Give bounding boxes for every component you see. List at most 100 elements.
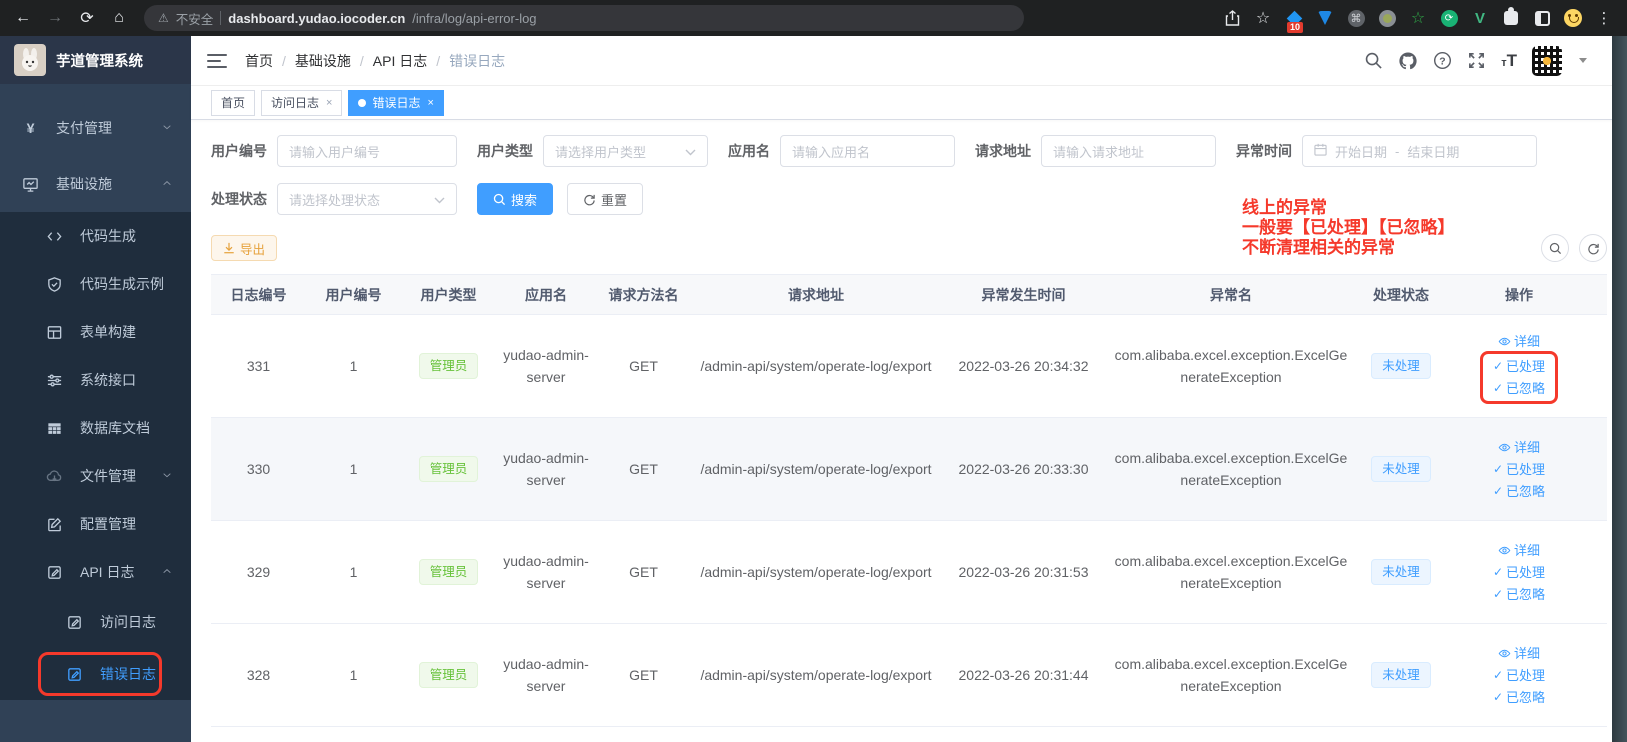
sidebar-item-数据库文档[interactable]: 数据库文档 [0, 404, 191, 452]
status-badge: 未处理 [1371, 456, 1431, 482]
extension-gem-icon[interactable] [1316, 9, 1334, 27]
extension-sync-icon[interactable]: ⟳ [1440, 9, 1458, 27]
extension-record-icon[interactable] [1378, 9, 1396, 27]
exception-time-label: 异常时间 [1236, 141, 1292, 161]
hide-search-icon-button[interactable] [1541, 234, 1569, 262]
address-bar[interactable]: ⚠ 不安全 dashboard.yudao.iocoder.cn/infra/l… [144, 5, 1024, 31]
request-url-placeholder: 请输入请求地址 [1053, 142, 1144, 161]
export-button[interactable]: 导出 [211, 235, 277, 261]
sidebar-item-错误日志[interactable]: 错误日志 [0, 648, 191, 700]
bookmark-star-icon[interactable]: ☆ [1254, 9, 1272, 27]
url-divider [220, 11, 221, 25]
cell: 1 [306, 561, 401, 583]
mark-ignored-button[interactable]: ✓已忽略 [1493, 586, 1545, 603]
github-icon[interactable] [1398, 51, 1418, 71]
cloud-icon [42, 468, 66, 485]
breadcrumb-item[interactable]: 首页 [245, 51, 273, 71]
extension-star-icon[interactable]: ☆ [1409, 9, 1427, 27]
mark-ignored-button[interactable]: ✓已忽略 [1493, 689, 1545, 706]
user-type-select[interactable]: 请选择用户类型 [543, 135, 708, 167]
exception-time-range-picker[interactable]: 开始日期 - 结束日期 [1302, 135, 1537, 167]
tab-label: 首页 [221, 94, 245, 111]
cell: GET [596, 355, 691, 377]
fullscreen-icon[interactable] [1467, 51, 1486, 70]
text-size-icon[interactable]: тT [1501, 51, 1517, 71]
cell: /admin-api/system/operate-log/export [691, 458, 941, 480]
detail-button[interactable]: 详细 [1498, 645, 1540, 662]
sidebar-item-支付管理[interactable]: ¥支付管理 [0, 100, 191, 156]
tab-错误日志[interactable]: 错误日志× [348, 90, 443, 116]
user-avatar[interactable] [1532, 46, 1562, 76]
help-icon[interactable]: ? [1433, 51, 1452, 70]
sidebar-item-表单构建[interactable]: 表单构建 [0, 308, 191, 356]
sidebar-item-代码生成示例[interactable]: 代码生成示例 [0, 260, 191, 308]
user-id-input[interactable]: 请输入用户编号 [277, 135, 457, 167]
sidebar-collapse-icon[interactable] [207, 54, 227, 68]
cell: GET [596, 561, 691, 583]
sidebar-item-文件管理[interactable]: 文件管理 [0, 452, 191, 500]
main-area: 首页/基础设施/API 日志/错误日志 ? тT [191, 36, 1627, 742]
mark-ignored-button[interactable]: ✓已忽略 [1493, 483, 1545, 500]
breadcrumb-item[interactable]: 基础设施 [295, 51, 351, 71]
detail-button[interactable]: 详细 [1498, 439, 1540, 456]
column-header-请求地址: 请求地址 [691, 284, 941, 306]
mark-ignored-button[interactable]: ✓已忽略 [1493, 380, 1545, 397]
process-status-select[interactable]: 请选择处理状态 [277, 183, 457, 215]
sidebar-item-代码生成[interactable]: 代码生成 [0, 212, 191, 260]
form-grid-icon [42, 324, 66, 341]
reset-button[interactable]: 重置 [567, 183, 643, 215]
extensions-puzzle-icon[interactable] [1502, 9, 1520, 27]
forward-icon[interactable]: → [42, 5, 68, 31]
reset-button-label: 重置 [601, 190, 627, 209]
detail-button[interactable]: 详细 [1498, 333, 1540, 350]
url-path: /infra/log/api-error-log [412, 11, 536, 26]
extension-command-icon[interactable]: ⌘ [1347, 9, 1365, 27]
red-annotation-text: 线上的异常 一般要【已处理】【已忽略】 不断清理相关的异常 [1242, 198, 1455, 258]
breadcrumb-item[interactable]: API 日志 [373, 51, 427, 71]
tab-访问日志[interactable]: 访问日志× [261, 90, 342, 116]
profile-avatar[interactable] [1564, 9, 1582, 27]
app-name-input[interactable]: 请输入应用名 [780, 135, 955, 167]
extension-vue-icon[interactable]: V [1471, 9, 1489, 27]
sidebar-item-API 日志[interactable]: API 日志 [0, 548, 191, 596]
mark-processed-button[interactable]: ✓已处理 [1493, 667, 1545, 684]
cell: 1 [306, 355, 401, 377]
browser-menu-icon[interactable]: ⋮ [1595, 9, 1613, 27]
side-panel-icon[interactable] [1533, 9, 1551, 27]
extension-diamond-icon[interactable]: 10 [1285, 9, 1303, 27]
sidebar-item-访问日志[interactable]: 访问日志 [0, 596, 191, 648]
search-icon[interactable] [1364, 51, 1383, 70]
search-button[interactable]: 搜索 [477, 183, 553, 215]
status-cell: 未处理 [1356, 456, 1446, 482]
request-url-label: 请求地址 [975, 141, 1031, 161]
app-name-label: 应用名 [728, 141, 770, 161]
mark-processed-button[interactable]: ✓已处理 [1493, 461, 1545, 478]
avatar-caret-icon[interactable] [1579, 58, 1587, 63]
column-header-处理状态: 处理状态 [1356, 284, 1446, 306]
mark-processed-button[interactable]: ✓已处理 [1493, 358, 1545, 375]
reload-icon[interactable]: ⟳ [74, 5, 100, 31]
extension-badge: 10 [1287, 22, 1303, 33]
app-logo[interactable]: 芋道管理系统 [0, 36, 191, 84]
sidebar-item-配置管理[interactable]: 配置管理 [0, 500, 191, 548]
share-icon[interactable] [1223, 9, 1241, 27]
user-type-cell: 管理员 [401, 456, 496, 482]
sidebar-item-基础设施[interactable]: 基础设施 [0, 156, 191, 212]
chevron-down-icon [161, 468, 173, 484]
close-icon[interactable]: × [427, 97, 433, 109]
mark-processed-button[interactable]: ✓已处理 [1493, 564, 1545, 581]
page-content: 用户编号 请输入用户编号 用户类型 请选择用户类型 应用名 请输入应用名 请求地… [191, 120, 1627, 742]
sidebar-item-系统接口[interactable]: 系统接口 [0, 356, 191, 404]
home-icon[interactable]: ⌂ [106, 5, 132, 31]
op-group: ✓已处理 ✓已忽略 [1493, 667, 1545, 706]
request-url-input[interactable]: 请输入请求地址 [1041, 135, 1216, 167]
cell: yudao-admin-server [496, 653, 596, 697]
back-icon[interactable]: ← [10, 5, 36, 31]
browser-toolbar: ← → ⟳ ⌂ ⚠ 不安全 dashboard.yudao.iocoder.cn… [0, 0, 1627, 36]
detail-button[interactable]: 详细 [1498, 542, 1540, 559]
status-badge: 未处理 [1371, 353, 1431, 379]
cell: 1 [306, 458, 401, 480]
close-icon[interactable]: × [326, 97, 332, 109]
refresh-icon-button[interactable] [1579, 234, 1607, 262]
tab-首页[interactable]: 首页 [211, 90, 255, 116]
